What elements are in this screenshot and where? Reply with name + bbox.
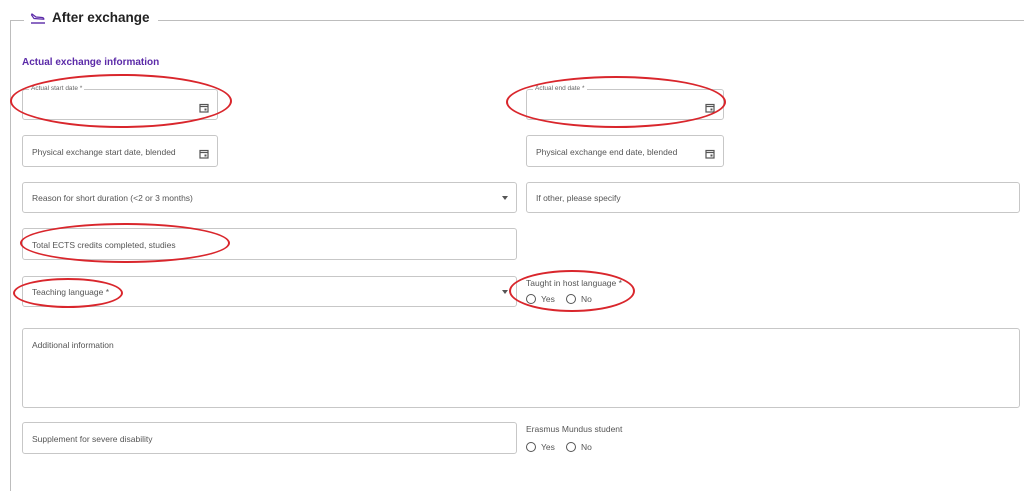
- radio-yes-label: Yes: [541, 294, 555, 304]
- reason-short-duration-placeholder: Reason for short duration (<2 or 3 month…: [32, 193, 193, 203]
- actual-end-date-label: Actual end date *: [533, 85, 587, 92]
- airplane-landing-icon: [30, 11, 46, 25]
- taught-in-host-language-label: Taught in host language *: [526, 278, 622, 288]
- section-title: After exchange: [52, 10, 150, 25]
- erasmus-mundus-group: Erasmus Mundus student Yes No: [526, 422, 726, 456]
- radio-circle[interactable]: [566, 294, 576, 304]
- taught-in-host-language-group: Taught in host language * Yes No: [526, 276, 726, 308]
- caret-down-icon: [502, 195, 508, 200]
- if-other-placeholder: If other, please specify: [536, 193, 621, 203]
- calendar-icon[interactable]: [705, 100, 715, 118]
- radio-yes-option[interactable]: Yes: [526, 294, 555, 304]
- radio-no-option[interactable]: No: [566, 294, 592, 304]
- supplement-disability-input[interactable]: Supplement for severe disability: [22, 422, 517, 454]
- radio-no-option[interactable]: No: [566, 442, 592, 452]
- caret-down-icon: [502, 289, 508, 294]
- radio-circle[interactable]: [526, 442, 536, 452]
- calendar-icon[interactable]: [199, 146, 209, 164]
- additional-information-textarea[interactable]: Additional information: [22, 328, 1020, 408]
- radio-yes-option[interactable]: Yes: [526, 442, 555, 452]
- actual-start-date-label: Actual start date *: [29, 85, 85, 92]
- physical-start-date-placeholder: Physical exchange start date, blended: [32, 147, 176, 157]
- teaching-language-placeholder: Teaching language *: [32, 287, 110, 297]
- physical-start-date-field[interactable]: Physical exchange start date, blended: [22, 135, 218, 167]
- section-legend: After exchange: [24, 10, 158, 25]
- radio-no-label: No: [581, 294, 592, 304]
- radio-circle[interactable]: [566, 442, 576, 452]
- radio-yes-label: Yes: [541, 442, 555, 452]
- erasmus-mundus-label: Erasmus Mundus student: [526, 424, 623, 434]
- subsection-title: Actual exchange information: [22, 57, 160, 68]
- radio-no-label: No: [581, 442, 592, 452]
- total-ects-input[interactable]: Total ECTS credits completed, studies: [22, 228, 517, 260]
- actual-start-date-field[interactable]: Actual start date *: [22, 85, 218, 120]
- actual-end-date-field[interactable]: Actual end date *: [526, 85, 724, 120]
- radio-circle[interactable]: [526, 294, 536, 304]
- teaching-language-select[interactable]: Teaching language *: [22, 276, 517, 307]
- physical-end-date-placeholder: Physical exchange end date, blended: [536, 147, 678, 157]
- if-other-input[interactable]: If other, please specify: [526, 182, 1020, 213]
- additional-information-placeholder: Additional information: [32, 340, 114, 350]
- calendar-icon[interactable]: [199, 100, 209, 118]
- supplement-disability-placeholder: Supplement for severe disability: [32, 434, 153, 444]
- calendar-icon[interactable]: [705, 146, 715, 164]
- total-ects-placeholder: Total ECTS credits completed, studies: [32, 240, 176, 250]
- physical-end-date-field[interactable]: Physical exchange end date, blended: [526, 135, 724, 167]
- reason-short-duration-select[interactable]: Reason for short duration (<2 or 3 month…: [22, 182, 517, 213]
